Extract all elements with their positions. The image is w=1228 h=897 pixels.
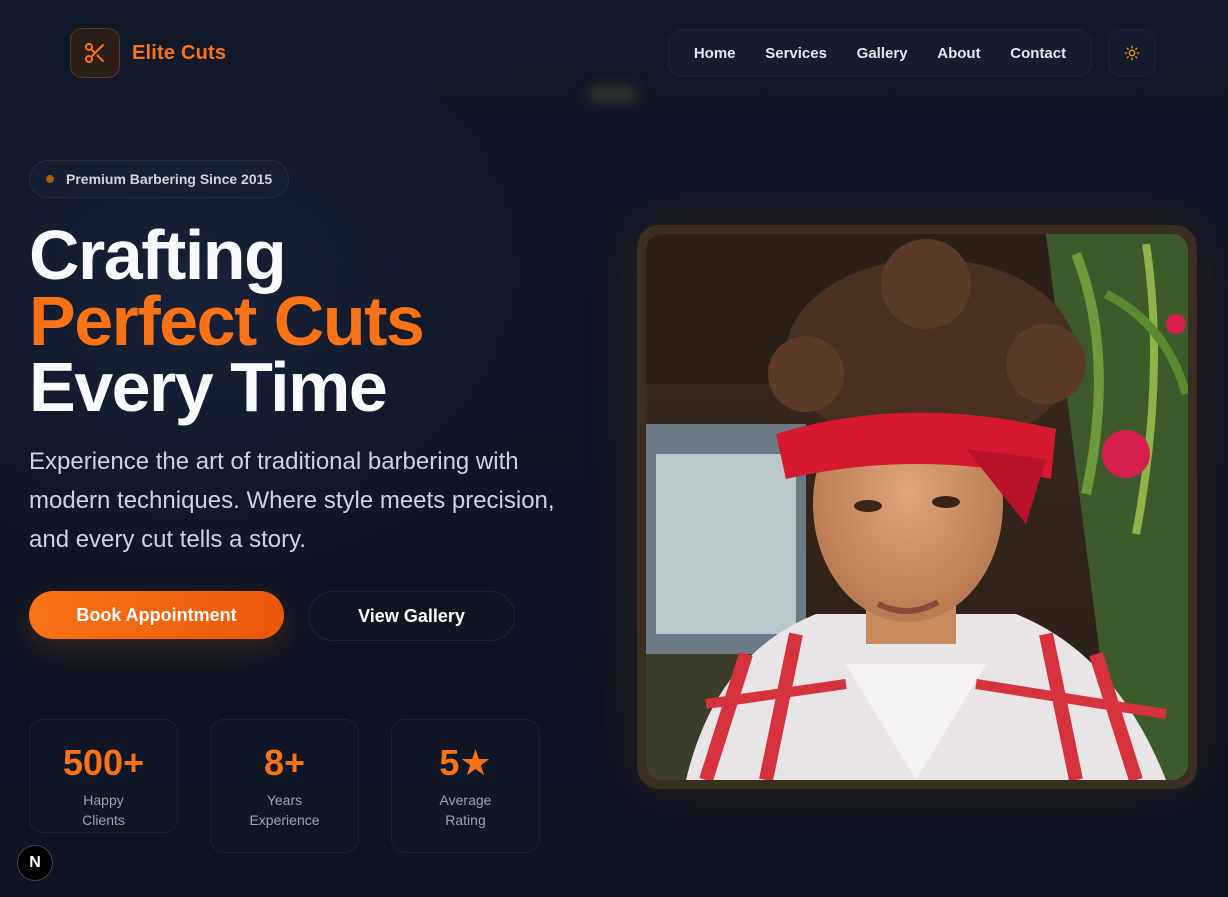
nav-services[interactable]: Services — [765, 45, 827, 62]
hero-title-line2: Perfect Cuts — [29, 282, 425, 360]
hero-title-line1: Crafting — [29, 216, 287, 294]
site-header: Elite Cuts Home Services Gallery About C… — [0, 0, 1228, 106]
hero-title: Crafting Perfect Cuts Every Time — [29, 216, 589, 426]
brand-logo[interactable]: Elite Cuts — [70, 28, 226, 78]
stat-value: 5★ — [439, 742, 492, 783]
hero-image — [646, 234, 1188, 780]
stat-card-rating: 5★ Average Rating — [391, 719, 540, 853]
dev-tools-badge[interactable]: N — [17, 845, 53, 881]
stat-label: Happy Clients — [82, 792, 125, 828]
hero-description: Experience the art of traditional barber… — [29, 448, 555, 553]
main-nav: Home Services Gallery About Contact — [668, 29, 1092, 77]
nav-contact[interactable]: Contact — [1010, 45, 1066, 62]
hero-content: Premium Barbering Since 2015 Crafting Pe… — [29, 160, 589, 641]
theme-toggle-button[interactable] — [1108, 29, 1156, 77]
stat-label: Average Rating — [439, 792, 492, 828]
stat-value: 500+ — [62, 742, 145, 783]
stat-card-clients: 500+ Happy Clients — [29, 719, 178, 833]
stat-card-experience: 8+ Years Experience — [210, 719, 359, 853]
sun-icon — [1124, 45, 1140, 61]
brand-name: Elite Cuts — [132, 41, 227, 64]
nav-gallery[interactable]: Gallery — [857, 45, 908, 62]
nav-home[interactable]: Home — [694, 45, 736, 62]
stats-row: 500+ Happy Clients 8+ Years Experience 5… — [29, 719, 540, 853]
scissors-icon — [70, 28, 120, 78]
hero-image-frame — [637, 225, 1197, 789]
stat-value: 8+ — [263, 742, 306, 783]
book-appointment-button[interactable]: Book Appointment — [29, 591, 284, 639]
view-gallery-button[interactable]: View Gallery — [308, 591, 515, 641]
stat-label: Years Experience — [249, 792, 320, 828]
badge-dot — [46, 175, 54, 183]
badge-text: Premium Barbering Since 2015 — [66, 171, 273, 187]
established-badge: Premium Barbering Since 2015 — [29, 160, 290, 198]
hero-title-line3: Every Time — [29, 348, 388, 426]
nav-about[interactable]: About — [937, 45, 980, 62]
cta-row: Book Appointment View Gallery — [29, 591, 589, 641]
